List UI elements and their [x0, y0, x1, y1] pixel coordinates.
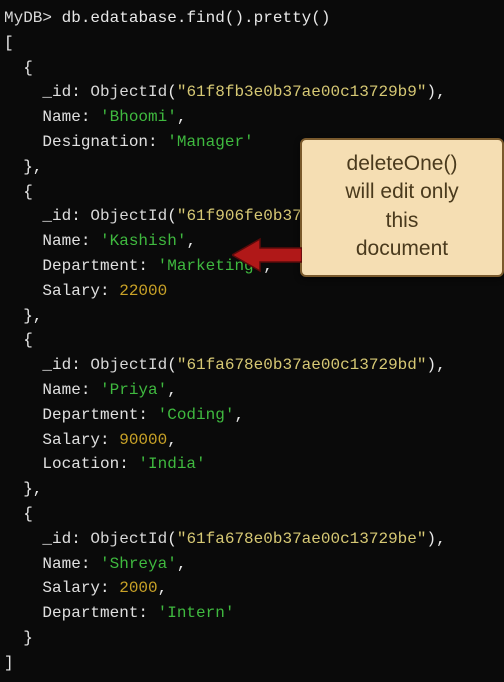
callout-line: document: [312, 235, 492, 263]
callout-line: will edit only: [312, 178, 492, 206]
callout-line: deleteOne(): [312, 150, 492, 178]
terminal-output: MyDB> db.edatabase.find().pretty() [ { _…: [0, 0, 504, 682]
shell-command: db.edatabase.find().pretty(): [62, 9, 331, 27]
arrow-icon: [232, 235, 302, 275]
callout-line: this: [312, 207, 492, 235]
annotation-callout: deleteOne() will edit only this document: [300, 138, 504, 277]
shell-prompt: MyDB>: [4, 9, 52, 27]
